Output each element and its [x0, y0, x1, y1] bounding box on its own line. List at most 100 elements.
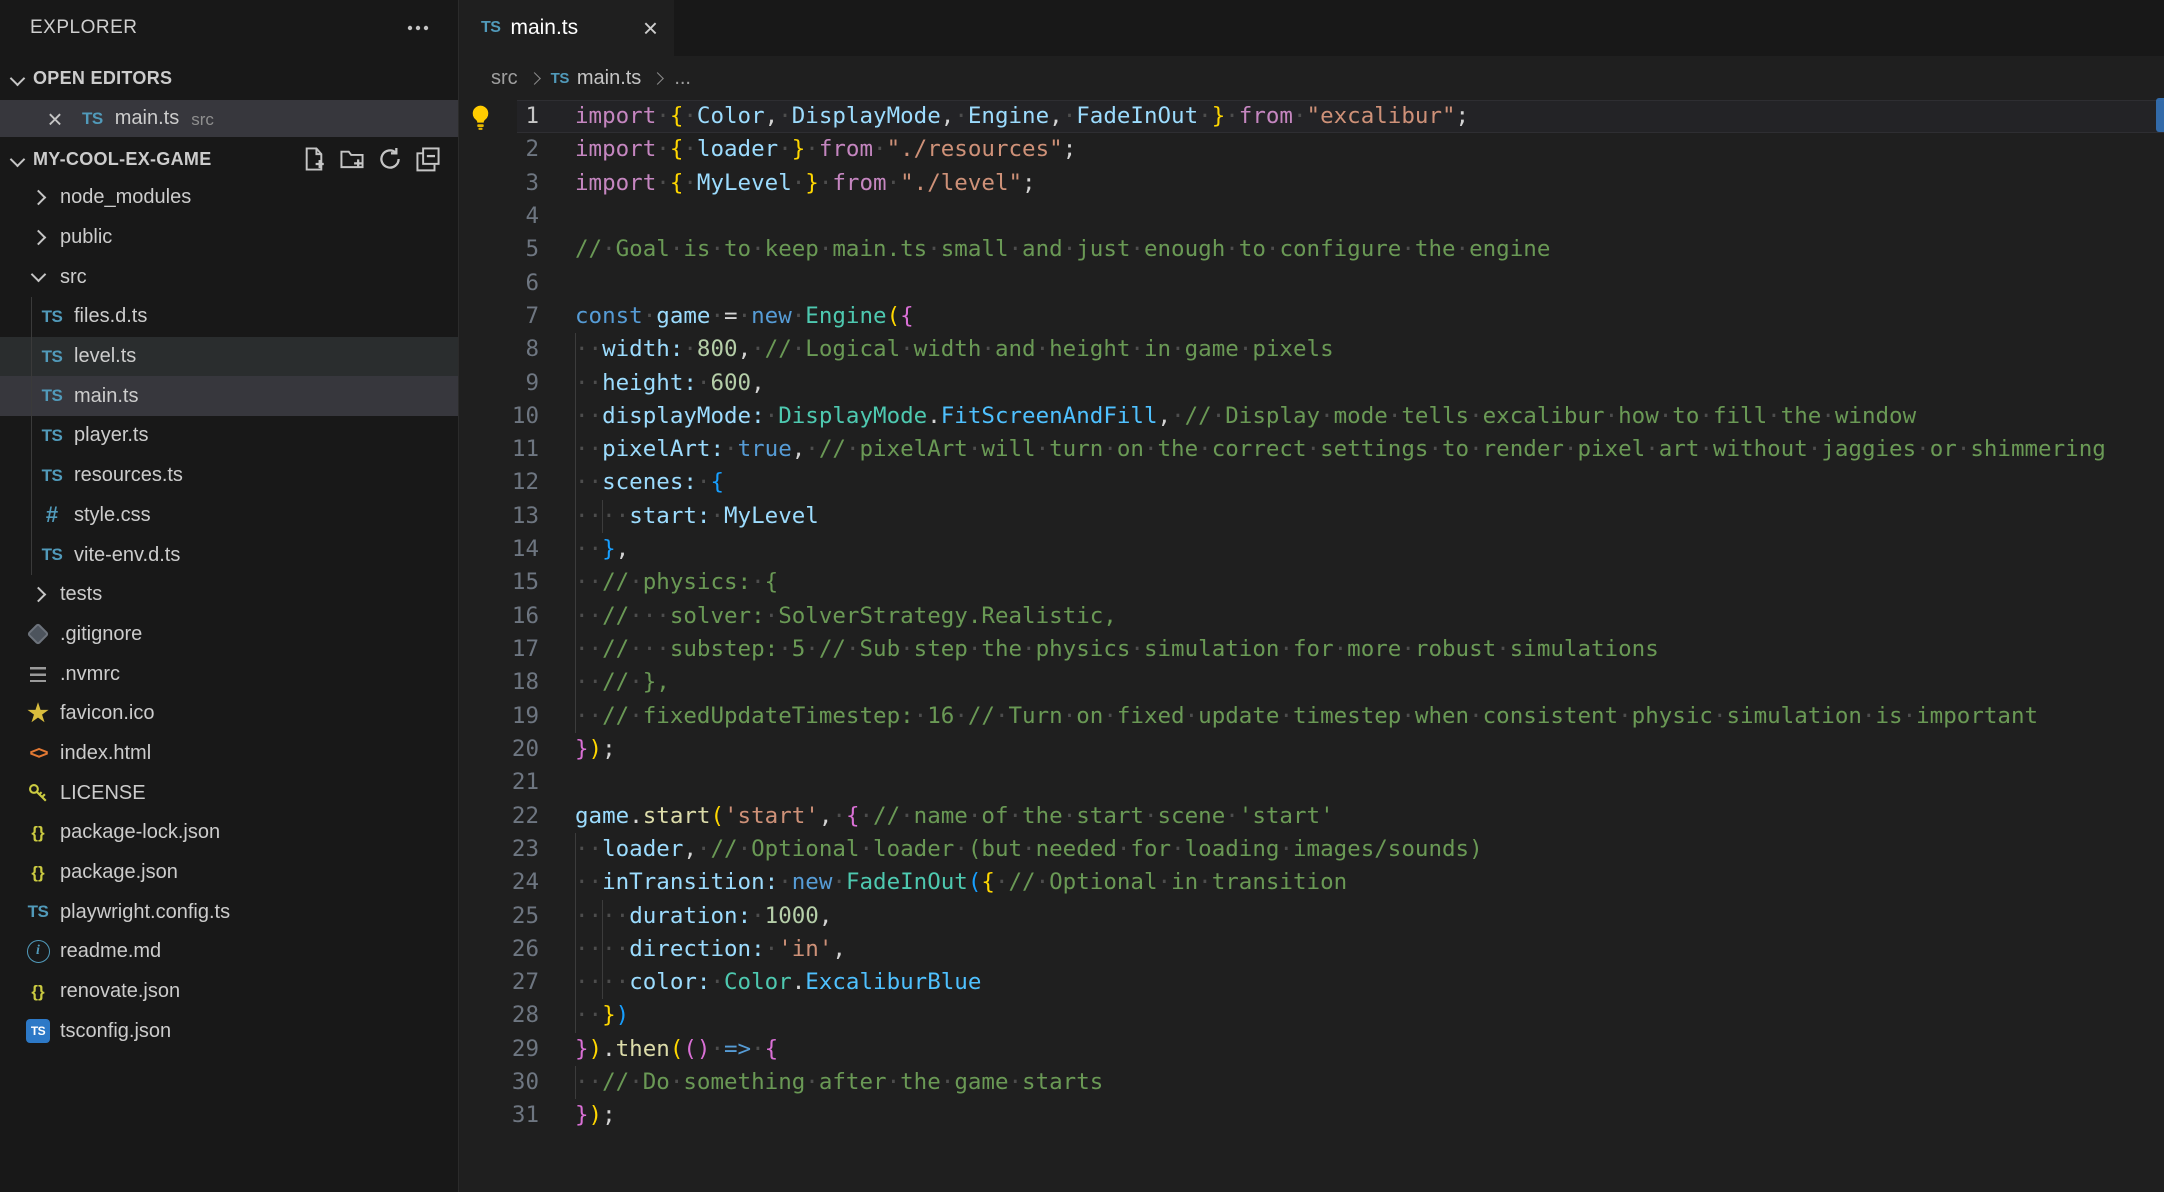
tree-item-package.json[interactable]: {} package.json	[0, 853, 458, 893]
breadcrumb-file[interactable]: main.ts	[577, 67, 641, 90]
code-line-9[interactable]: 9 ··height:·600,	[459, 366, 2164, 400]
code-editor[interactable]: 1 import·{·Color,·DisplayMode,·Engine,·Fa…	[459, 100, 2164, 1133]
overview-ruler-cursor-mark	[2156, 98, 2164, 132]
line-number: 7	[525, 302, 539, 329]
code-line-7[interactable]: 7 const·game·=·new·Engine({	[459, 300, 2164, 333]
tree-item-package-lock.json[interactable]: {} package-lock.json	[0, 813, 458, 853]
tree-item-icon: TS	[38, 466, 66, 486]
collapse-all-icon[interactable]	[412, 143, 444, 175]
line-text: ····color:·Color.ExcaliburBlue	[575, 969, 982, 996]
line-number: 4	[525, 202, 539, 229]
code-line-28[interactable]: 28 ··})	[459, 999, 2164, 1033]
new-folder-icon[interactable]	[336, 143, 368, 175]
tree-item-LICENSE[interactable]: LICENSE	[0, 773, 458, 813]
tree-item-label: files.d.ts	[74, 305, 148, 328]
tree-item-style.css[interactable]: # style.css	[0, 496, 458, 536]
tree-item-label: .nvmrc	[60, 662, 120, 685]
json-icon: {}	[31, 862, 45, 882]
code-line-8[interactable]: 8 ··width:·800,·//·Logical·width·and·heig…	[459, 333, 2164, 367]
code-line-16[interactable]: 16 ··//···solver:·SolverStrategy.Realisti…	[459, 599, 2164, 633]
code-line-26[interactable]: 26 ····direction:·'in',	[459, 932, 2164, 967]
code-line-13[interactable]: 13 ····start:·MyLevel	[459, 499, 2164, 534]
breadcrumb: src TS main.ts ...	[459, 56, 2164, 100]
open-editor-item-main-ts[interactable]: × TS main.ts src	[0, 100, 458, 137]
code-line-25[interactable]: 25 ····duration:·1000,	[459, 899, 2164, 933]
tree-item-node_modules[interactable]: node_modules	[0, 178, 458, 218]
tree-item-tests[interactable]: tests	[0, 575, 458, 615]
open-editors-header[interactable]: OPEN EDITORS	[0, 56, 458, 100]
tree-item-label: main.ts	[74, 384, 139, 407]
line-number: 18	[511, 669, 539, 696]
project-section-header[interactable]: MY-COOL-EX-GAME	[0, 140, 458, 178]
line-number: 26	[511, 935, 539, 962]
tree-item-resources.ts[interactable]: TS resources.ts	[0, 456, 458, 496]
new-file-icon[interactable]	[298, 143, 330, 175]
close-icon[interactable]: ×	[643, 15, 658, 41]
tree-item-icon	[24, 229, 52, 246]
open-editors-label: OPEN EDITORS	[33, 67, 173, 88]
tree-item-icon	[24, 781, 52, 805]
line-number: 22	[511, 802, 539, 829]
breadcrumb-symbol-ellipsis[interactable]: ...	[674, 67, 691, 90]
code-line-4[interactable]: 4	[459, 200, 2164, 233]
code-line-10[interactable]: 10 ··displayMode:·DisplayMode.FitScreenAn…	[459, 399, 2164, 434]
chevron-down-icon	[9, 70, 26, 86]
tree-item-index.html[interactable]: <> index.html	[0, 734, 458, 774]
close-icon[interactable]: ×	[42, 106, 68, 132]
line-text: }).then(()·=>·{	[575, 1035, 779, 1062]
tree-item-public[interactable]: public	[0, 218, 458, 258]
code-line-24[interactable]: 24 ··inTransition:·new·FadeInOut({·//·Opt…	[459, 866, 2164, 900]
css-icon: #	[45, 502, 59, 528]
code-line-1[interactable]: 1 import·{·Color,·DisplayMode,·Engine,·Fa…	[459, 100, 2164, 134]
info-icon: i	[26, 940, 50, 964]
tree-item-favicon.ico[interactable]: ★ favicon.ico	[0, 694, 458, 734]
code-line-17[interactable]: 17 ··//···substep:·5·//·Sub·step·the·phys…	[459, 633, 2164, 667]
code-line-29[interactable]: 29}).then(()·=>·{	[459, 1033, 2164, 1066]
breadcrumb-folder[interactable]: src	[491, 67, 518, 90]
line-number: 30	[511, 1069, 539, 1096]
code-line-20[interactable]: 20});	[459, 733, 2164, 766]
tree-item-readme.md[interactable]: i readme.md	[0, 932, 458, 972]
tree-item-renovate.json[interactable]: {} renovate.json	[0, 972, 458, 1012]
tree-item-files.d.ts[interactable]: TS files.d.ts	[0, 297, 458, 337]
tree-item-.nvmrc[interactable]: .nvmrc	[0, 654, 458, 694]
tree-item-label: node_modules	[60, 186, 192, 209]
tree-item-.gitignore[interactable]: .gitignore	[0, 615, 458, 655]
tree-item-main.ts[interactable]: TS main.ts	[0, 376, 458, 417]
tree-item-level.ts[interactable]: TS level.ts	[0, 336, 458, 377]
code-line-2[interactable]: 2 import·{·loader·}·from·"./resources";	[459, 133, 2164, 166]
tree-item-icon: i	[24, 940, 52, 964]
code-line-27[interactable]: 27 ····color:·Color.ExcaliburBlue	[459, 966, 2164, 1000]
tree-item-playwright.config.ts[interactable]: TS playwright.config.ts	[0, 892, 458, 932]
code-line-30[interactable]: 30 ··//·Do·something·after·the·game·start…	[459, 1066, 2164, 1100]
code-line-5[interactable]: 5 //·Goal·is·to·keep·main.ts·small·and·ju…	[459, 233, 2164, 266]
ts-icon: TS	[550, 69, 570, 87]
code-line-12[interactable]: 12 ··scenes:·{	[459, 466, 2164, 500]
code-line-3[interactable]: 3 import·{·MyLevel·}·from·"./level";	[459, 167, 2164, 200]
tree-item-tsconfig.json[interactable]: TS tsconfig.json	[0, 1011, 458, 1051]
refresh-icon[interactable]	[374, 143, 406, 175]
code-line-23[interactable]: 23 ··loader,·//·Optional·loader·(but·need…	[459, 832, 2164, 867]
code-line-21[interactable]: 21	[459, 766, 2164, 799]
code-line-18[interactable]: 18 ··//·},	[459, 666, 2164, 700]
ellipsis-icon[interactable]	[402, 12, 434, 44]
line-text: ··//·physics:·{	[575, 569, 779, 596]
open-editor-name: main.ts	[114, 107, 180, 129]
code-line-6[interactable]: 6	[459, 267, 2164, 300]
tab-main-ts[interactable]: TS main.ts ×	[459, 0, 674, 56]
code-line-19[interactable]: 19 ··//·fixedUpdateTimestep:·16·//·Turn·o…	[459, 699, 2164, 733]
tree-item-player.ts[interactable]: TS player.ts	[0, 416, 458, 456]
line-number: 1	[525, 103, 539, 129]
tree-item-vite-env.d.ts[interactable]: TS vite-env.d.ts	[0, 535, 458, 575]
code-line-14[interactable]: 14 ··},	[459, 533, 2164, 567]
line-text: ····direction:·'in',	[575, 935, 846, 962]
tree-item-icon: TS	[24, 902, 52, 922]
tree-item-label: style.css	[74, 503, 151, 526]
code-line-22[interactable]: 22 game.start('start',·{·//·name·of·the·s…	[459, 800, 2164, 833]
tree-item-label: level.ts	[74, 345, 137, 368]
code-line-11[interactable]: 11 ··pixelArt:·true,·//·pixelArt·will·tur…	[459, 433, 2164, 467]
tree-item-src[interactable]: src	[0, 257, 458, 297]
code-line-15[interactable]: 15 ··//·physics:·{	[459, 566, 2164, 600]
tree-item-icon: <>	[24, 743, 52, 764]
code-line-31[interactable]: 31});	[459, 1099, 2164, 1132]
